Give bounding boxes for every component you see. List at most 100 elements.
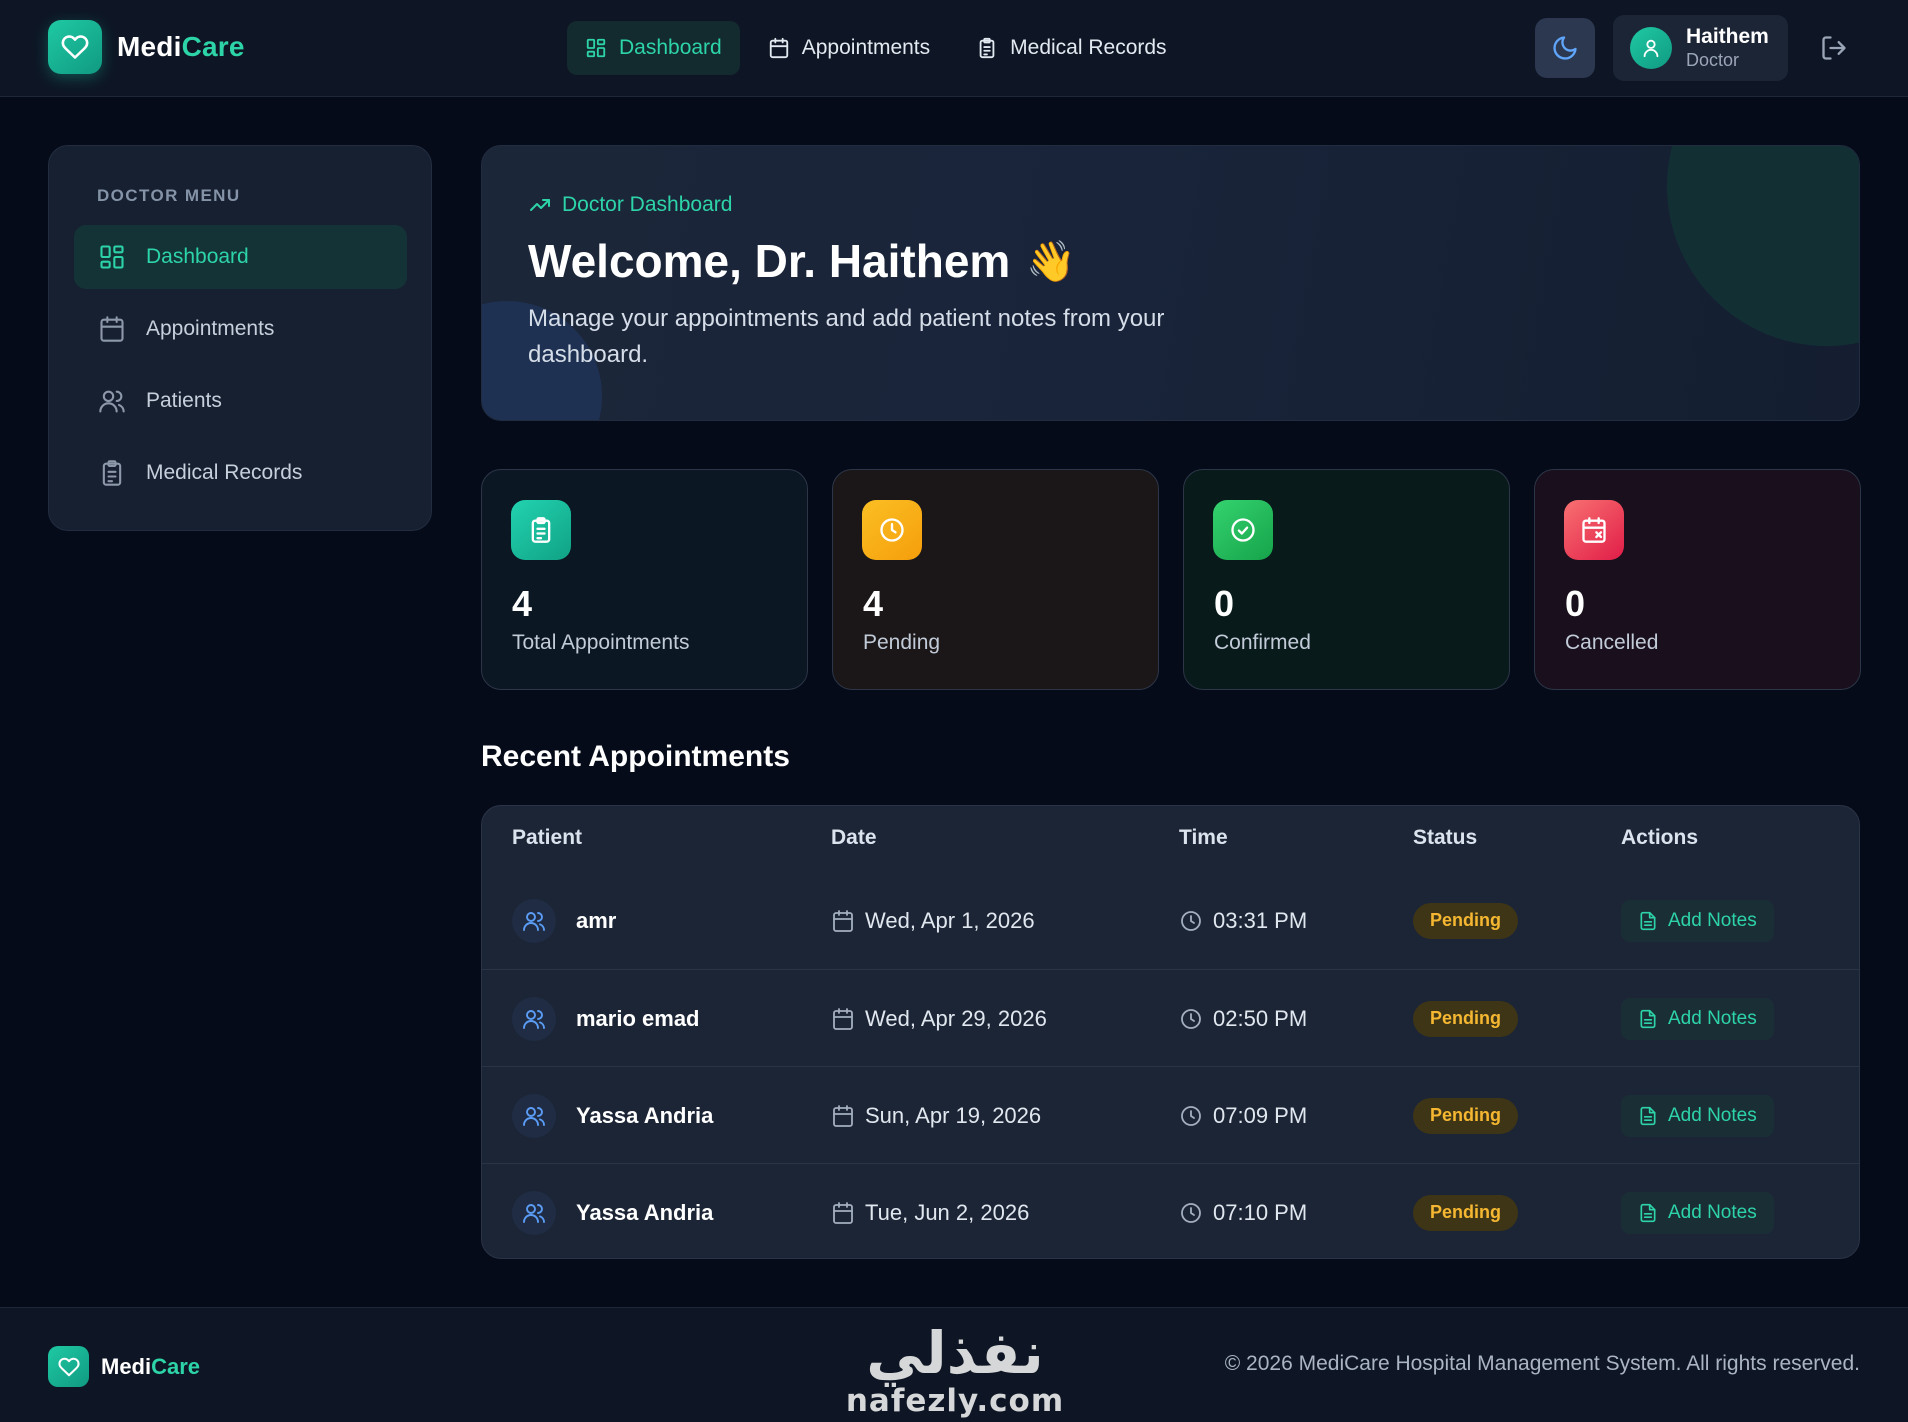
table-row: mario emad Wed, Apr 29, 2026 02:50 PM Pe… <box>482 969 1859 1067</box>
top-navbar: MediCare Dashboard Appointments Medical … <box>0 0 1908 97</box>
date-cell: Sun, Apr 19, 2026 <box>831 1067 1041 1164</box>
status-badge: Pending <box>1413 902 1518 939</box>
trending-up-icon <box>528 193 552 217</box>
page-title-text: Welcome, Dr. Haithem <box>528 235 1011 287</box>
clock-icon <box>1179 1007 1203 1031</box>
clock-icon <box>862 500 922 560</box>
table-row: amr Wed, Apr 1, 2026 03:31 PM Pending Ad… <box>482 872 1859 969</box>
page-title: Welcome, Dr. Haithem 👋 <box>528 234 1076 288</box>
stat-card-pending: 4 Pending <box>832 469 1159 690</box>
add-notes-label: Add Notes <box>1668 1201 1757 1223</box>
clipboard-icon <box>98 459 126 487</box>
appointment-date: Wed, Apr 1, 2026 <box>865 907 1035 933</box>
patient-cell: Yassa Andria <box>512 1067 713 1164</box>
status-cell: Pending <box>1413 1164 1518 1258</box>
sidebar-item-label: Appointments <box>146 317 275 340</box>
patient-name: mario emad <box>576 1005 700 1031</box>
hero-eyebrow: Doctor Dashboard <box>528 193 732 217</box>
sidebar-item-appointments[interactable]: Appointments <box>74 297 407 361</box>
status-cell: Pending <box>1413 872 1518 969</box>
recent-appointments-title: Recent Appointments <box>481 740 790 773</box>
table-row: Yassa Andria Sun, Apr 19, 2026 07:09 PM … <box>482 1066 1859 1164</box>
add-notes-button[interactable]: Add Notes <box>1621 899 1774 942</box>
theme-toggle-button[interactable] <box>1535 18 1595 78</box>
stat-value: 0 <box>1214 583 1235 624</box>
welcome-banner: Doctor Dashboard Welcome, Dr. Haithem 👋 … <box>481 145 1860 421</box>
calendar-icon <box>831 909 855 933</box>
logout-button[interactable] <box>1816 30 1852 66</box>
add-notes-button[interactable]: Add Notes <box>1621 1094 1774 1137</box>
nav-item-appointments[interactable]: Appointments <box>750 21 948 75</box>
stat-value: 0 <box>1565 583 1586 624</box>
add-notes-button[interactable]: Add Notes <box>1621 1191 1774 1234</box>
stat-label: Confirmed <box>1214 631 1311 654</box>
sidebar-item-dashboard[interactable]: Dashboard <box>74 225 407 289</box>
users-icon <box>512 1093 556 1138</box>
layout-grid-icon <box>585 37 607 59</box>
column-header-patient: Patient <box>512 826 583 849</box>
patient-name: Yassa Andria <box>576 1199 714 1225</box>
nav-item-label: Dashboard <box>619 36 722 59</box>
waving-hand-icon: 👋 <box>1026 238 1077 285</box>
status-badge: Pending <box>1413 1097 1518 1134</box>
time-cell: 02:50 PM <box>1179 970 1307 1067</box>
stat-label: Cancelled <box>1565 631 1659 654</box>
appointment-date: Sun, Apr 19, 2026 <box>865 1102 1042 1128</box>
nav-item-dashboard[interactable]: Dashboard <box>567 21 740 75</box>
sidebar-item-patients[interactable]: Patients <box>74 369 407 433</box>
user-name: Haithem <box>1686 25 1769 48</box>
nav-item-medical-records[interactable]: Medical Records <box>958 21 1184 75</box>
brand[interactable]: MediCare <box>48 20 245 74</box>
time-cell: 07:10 PM <box>1179 1164 1308 1258</box>
column-header-actions: Actions <box>1621 826 1699 849</box>
appointment-time: 02:50 PM <box>1213 1005 1308 1031</box>
sidebar-item-label: Medical Records <box>146 461 303 484</box>
clock-icon <box>1179 1201 1203 1225</box>
column-header-time: Time <box>1179 826 1228 849</box>
patient-name: amr <box>576 907 617 933</box>
user-menu[interactable]: Haithem Doctor <box>1613 15 1788 81</box>
user-role: Doctor <box>1686 50 1740 70</box>
decorative-circle <box>1667 146 1859 346</box>
stat-card-cancelled: 0 Cancelled <box>1534 469 1861 690</box>
layout-grid-icon <box>98 243 126 271</box>
copyright-text: © 2026 MediCare Hospital Management Syst… <box>1224 1352 1860 1375</box>
appointment-date: Wed, Apr 29, 2026 <box>865 1005 1047 1031</box>
users-icon <box>98 387 126 415</box>
column-header-status: Status <box>1413 826 1478 849</box>
moon-icon <box>1551 34 1579 62</box>
actions-cell: Add Notes <box>1621 1164 1774 1258</box>
appointment-time: 07:10 PM <box>1213 1199 1308 1225</box>
sidebar-item-label: Patients <box>146 389 222 412</box>
actions-cell: Add Notes <box>1621 970 1774 1067</box>
actions-cell: Add Notes <box>1621 1067 1774 1164</box>
footer-brand[interactable]: MediCare <box>48 1346 200 1387</box>
appointment-time: 07:09 PM <box>1213 1102 1308 1128</box>
file-text-icon <box>1638 1009 1658 1029</box>
time-cell: 03:31 PM <box>1179 872 1307 969</box>
stat-card-total: 4 Total Appointments <box>481 469 808 690</box>
watermark-url: nafezly.com <box>845 1383 1065 1419</box>
calendar-icon <box>831 1007 855 1031</box>
actions-cell: Add Notes <box>1621 872 1774 969</box>
footer-brand-name: MediCare <box>101 1353 201 1379</box>
sidebar-item-label: Dashboard <box>146 245 249 268</box>
status-badge: Pending <box>1413 1000 1518 1037</box>
sidebar-item-medical-records[interactable]: Medical Records <box>74 441 407 505</box>
heart-icon <box>48 20 102 74</box>
appointment-time: 03:31 PM <box>1213 907 1308 933</box>
heart-icon <box>48 1346 89 1387</box>
calendar-icon <box>98 315 126 343</box>
hero-subtitle: Manage your appointments and add patient… <box>528 305 1165 368</box>
appointment-date: Tue, Jun 2, 2026 <box>865 1199 1030 1225</box>
patient-cell: amr <box>512 872 616 969</box>
main-nav: Dashboard Appointments Medical Records <box>567 21 1185 75</box>
users-icon <box>512 996 556 1041</box>
date-cell: Wed, Apr 29, 2026 <box>831 970 1047 1067</box>
footer: MediCare نفذلي nafezly.com © 2026 MediCa… <box>0 1307 1908 1422</box>
add-notes-label: Add Notes <box>1668 1104 1757 1126</box>
nav-item-label: Appointments <box>801 36 931 59</box>
stat-label: Pending <box>863 631 941 654</box>
add-notes-button[interactable]: Add Notes <box>1621 997 1774 1040</box>
status-badge: Pending <box>1413 1194 1518 1231</box>
